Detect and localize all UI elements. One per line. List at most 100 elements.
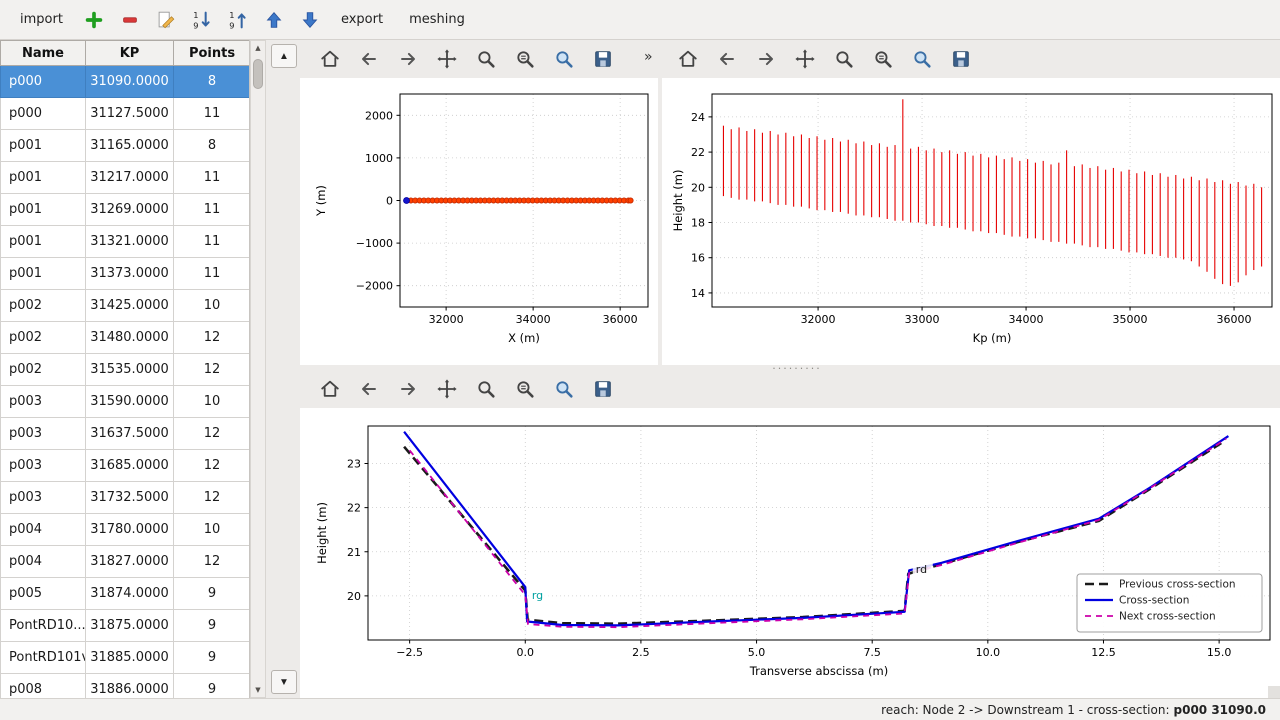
cross-section-plot[interactable]: −2.50.02.55.07.510.012.515.020212223Tran… bbox=[300, 408, 1280, 698]
table-row[interactable]: p00331685.000012 bbox=[1, 450, 251, 482]
table-row[interactable]: p00131269.000011 bbox=[1, 194, 251, 226]
table-row[interactable]: p00031127.500011 bbox=[1, 98, 251, 130]
customize-button[interactable] bbox=[908, 45, 936, 73]
cell-kp: 31321.0000 bbox=[86, 226, 174, 258]
cell-kp: 31827.0000 bbox=[86, 546, 174, 578]
home-button[interactable] bbox=[316, 45, 344, 73]
table-row[interactable]: p00831886.00009 bbox=[1, 674, 251, 699]
back-button[interactable] bbox=[355, 45, 383, 73]
svg-text:22: 22 bbox=[347, 502, 361, 515]
table-scrollbar[interactable]: ▲ ▼ bbox=[250, 40, 266, 698]
forward-button[interactable] bbox=[394, 45, 422, 73]
forward-button[interactable] bbox=[752, 45, 780, 73]
cross-section-table: NameKPPoints p00031090.00008p00031127.50… bbox=[0, 40, 250, 698]
zoom-button[interactable] bbox=[472, 375, 500, 403]
cell-name: p001 bbox=[1, 162, 86, 194]
import-button[interactable]: import bbox=[10, 7, 73, 32]
table-row[interactable]: p00131217.000011 bbox=[1, 162, 251, 194]
cell-name: p004 bbox=[1, 514, 86, 546]
toolbar-overflow-icon[interactable]: » bbox=[644, 49, 653, 65]
forward-button[interactable] bbox=[394, 375, 422, 403]
subplots-icon bbox=[514, 378, 536, 400]
subplots-button[interactable] bbox=[511, 45, 539, 73]
add-button[interactable] bbox=[79, 5, 109, 35]
sort-ascending-button[interactable]: 19 bbox=[187, 5, 217, 35]
remove-icon bbox=[119, 9, 141, 31]
cell-points: 12 bbox=[174, 322, 251, 354]
add-icon bbox=[83, 9, 105, 31]
zoom-icon bbox=[475, 48, 497, 70]
splitter-handle[interactable]: ········· bbox=[752, 364, 842, 374]
save-button[interactable] bbox=[589, 45, 617, 73]
column-header-name[interactable]: Name bbox=[1, 41, 86, 66]
plan-view-figure: 320003400036000−2000−1000010002000X (m)Y… bbox=[300, 78, 658, 365]
table-row[interactable]: p00431780.000010 bbox=[1, 514, 251, 546]
table-row[interactable]: PontRD101v31885.00009 bbox=[1, 642, 251, 674]
edit-button[interactable] bbox=[151, 5, 181, 35]
table-row[interactable]: p00331732.500012 bbox=[1, 482, 251, 514]
scrollbar-up-icon[interactable]: ▲ bbox=[251, 41, 265, 55]
move-up-button[interactable] bbox=[259, 5, 289, 35]
sort-descending-button[interactable]: 19 bbox=[223, 5, 253, 35]
scrollbar-thumb[interactable] bbox=[253, 59, 263, 89]
subplots-button[interactable] bbox=[869, 45, 897, 73]
cell-name: PontRD101v bbox=[1, 642, 86, 674]
plan-view-plot[interactable]: 320003400036000−2000−1000010002000X (m)Y… bbox=[300, 78, 658, 365]
svg-text:14: 14 bbox=[691, 287, 705, 300]
table-row[interactable]: p00231425.000010 bbox=[1, 290, 251, 322]
move-down-button[interactable] bbox=[295, 5, 325, 35]
resize-grip[interactable] bbox=[1268, 686, 1280, 698]
save-button[interactable] bbox=[947, 45, 975, 73]
move-up-icon bbox=[263, 9, 285, 31]
table-row[interactable]: p00131165.00008 bbox=[1, 130, 251, 162]
customize-button[interactable] bbox=[550, 45, 578, 73]
home-button[interactable] bbox=[674, 45, 702, 73]
save-icon bbox=[592, 378, 614, 400]
pan-button[interactable] bbox=[433, 45, 461, 73]
back-button[interactable] bbox=[713, 45, 741, 73]
home-button[interactable] bbox=[316, 375, 344, 403]
customize-icon bbox=[553, 378, 575, 400]
table-row[interactable]: p00331637.500012 bbox=[1, 418, 251, 450]
cell-kp: 31780.0000 bbox=[86, 514, 174, 546]
svg-text:Cross-section: Cross-section bbox=[1119, 595, 1189, 607]
export-button[interactable]: export bbox=[331, 7, 393, 32]
table-row[interactable]: p00231480.000012 bbox=[1, 322, 251, 354]
cell-name: p004 bbox=[1, 546, 86, 578]
svg-text:−2000: −2000 bbox=[356, 280, 393, 293]
pan-button[interactable] bbox=[433, 375, 461, 403]
customize-button[interactable] bbox=[550, 375, 578, 403]
table-row[interactable]: p00531874.00009 bbox=[1, 578, 251, 610]
cell-kp: 31875.0000 bbox=[86, 610, 174, 642]
table-row[interactable]: p00231535.000012 bbox=[1, 354, 251, 386]
cell-kp: 31480.0000 bbox=[86, 322, 174, 354]
cell-points: 12 bbox=[174, 354, 251, 386]
zoom-button[interactable] bbox=[830, 45, 858, 73]
table-row[interactable]: p00131321.000011 bbox=[1, 226, 251, 258]
table-row[interactable]: p00331590.000010 bbox=[1, 386, 251, 418]
meshing-button[interactable]: meshing bbox=[399, 7, 475, 32]
home-icon bbox=[319, 48, 341, 70]
cell-points: 11 bbox=[174, 226, 251, 258]
cell-name: p002 bbox=[1, 322, 86, 354]
longitudinal-profile-plot[interactable]: 3200033000340003500036000141618202224Kp … bbox=[662, 78, 1280, 365]
table-row[interactable]: PontRD10...31875.00009 bbox=[1, 610, 251, 642]
next-section-button[interactable]: ▼ bbox=[271, 670, 297, 694]
pan-button[interactable] bbox=[791, 45, 819, 73]
column-header-points[interactable]: Points bbox=[174, 41, 251, 66]
svg-text:36000: 36000 bbox=[603, 313, 638, 326]
subplots-button[interactable] bbox=[511, 375, 539, 403]
remove-button[interactable] bbox=[115, 5, 145, 35]
table-row[interactable]: p00131373.000011 bbox=[1, 258, 251, 290]
table-row[interactable]: p00031090.00008 bbox=[1, 66, 251, 98]
svg-text:rd: rd bbox=[916, 563, 927, 576]
save-icon bbox=[592, 48, 614, 70]
previous-section-button[interactable]: ▲ bbox=[271, 44, 297, 68]
save-button[interactable] bbox=[589, 375, 617, 403]
scrollbar-down-icon[interactable]: ▼ bbox=[251, 683, 265, 697]
zoom-button[interactable] bbox=[472, 45, 500, 73]
svg-text:0: 0 bbox=[386, 195, 393, 208]
table-row[interactable]: p00431827.000012 bbox=[1, 546, 251, 578]
column-header-kp[interactable]: KP bbox=[86, 41, 174, 66]
back-button[interactable] bbox=[355, 375, 383, 403]
